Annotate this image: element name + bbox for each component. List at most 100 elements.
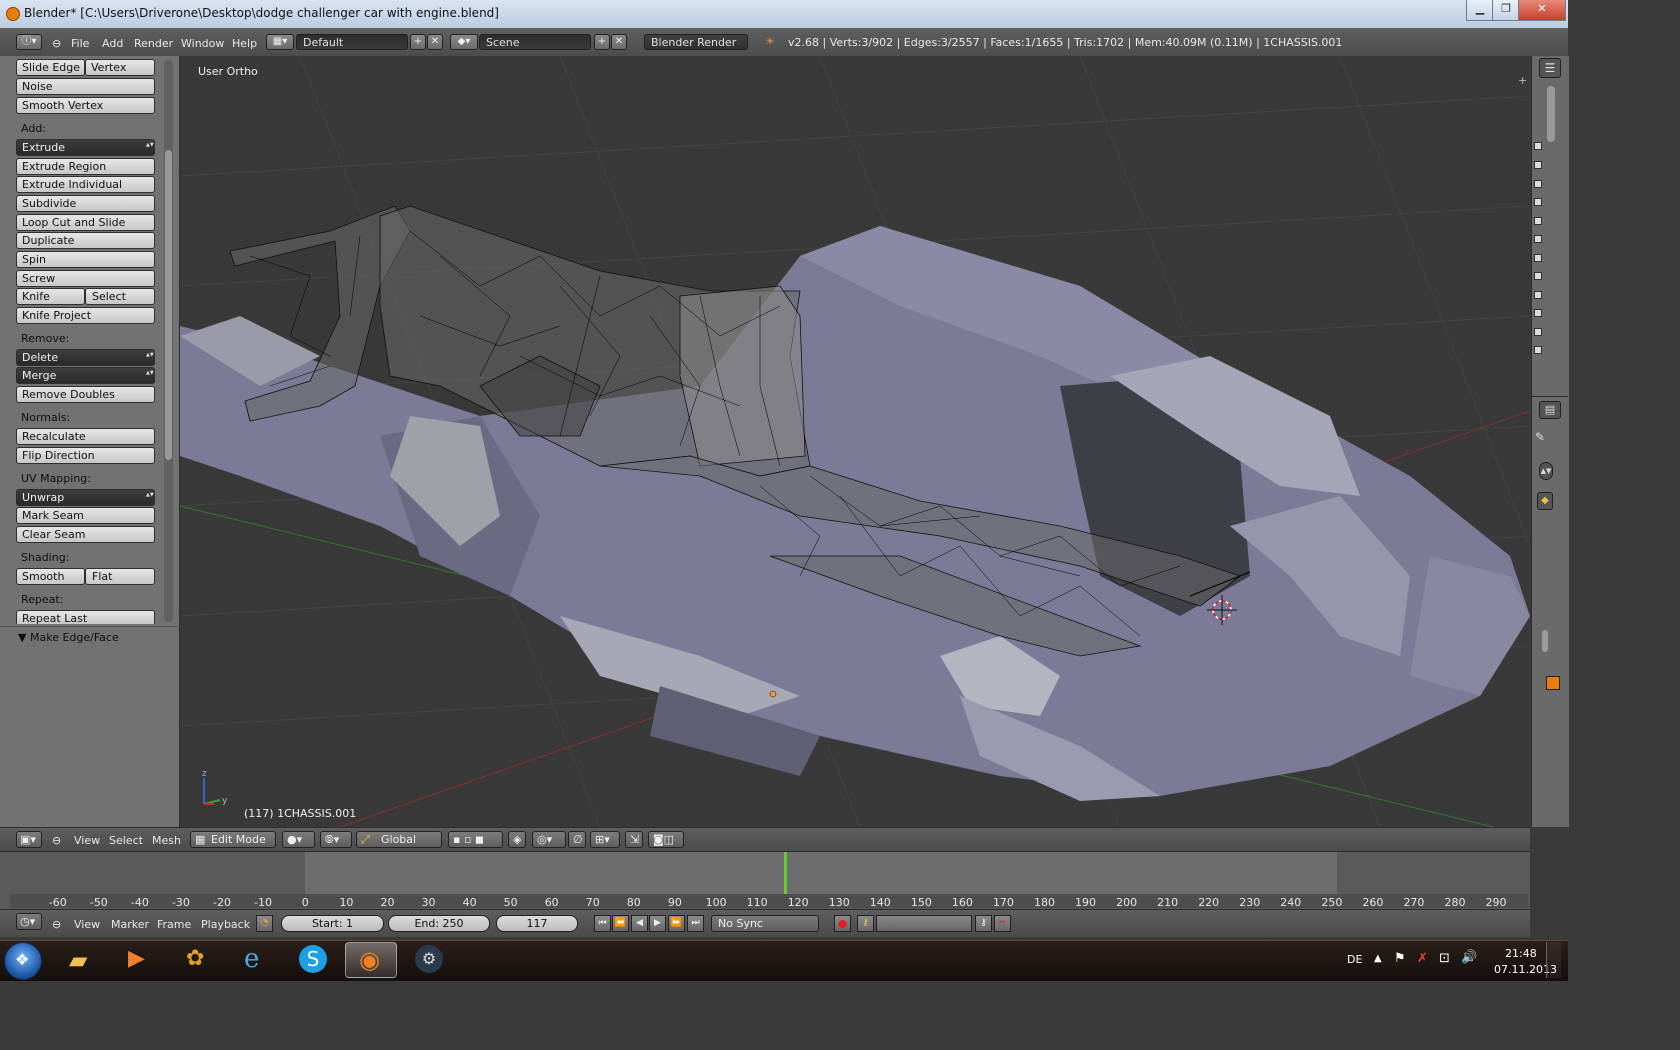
editor-type-info-button[interactable]: ⓘ▾ xyxy=(16,34,42,50)
slide-vertex-button[interactable]: Vertex xyxy=(85,59,155,76)
pivot-point-select[interactable]: ⦾▾ xyxy=(320,831,352,848)
end-frame-field[interactable]: End: 250 xyxy=(388,915,490,932)
delete-dropdown[interactable]: Delete xyxy=(16,349,155,366)
collapse-menu-icon[interactable]: ⊖ xyxy=(52,834,61,847)
minimize-button[interactable]: ▁ xyxy=(1466,0,1494,21)
subdivide-button[interactable]: Subdivide xyxy=(16,195,155,212)
keying-set-field[interactable] xyxy=(876,915,972,932)
snap-target-icon[interactable]: ⇲ xyxy=(625,831,643,848)
visibility-toggle-icon[interactable] xyxy=(1534,217,1542,225)
taskbar-app-generic[interactable]: ✿ xyxy=(172,942,224,978)
duplicate-button[interactable]: Duplicate xyxy=(16,232,155,249)
play-reverse-icon[interactable]: ◀ xyxy=(631,915,648,932)
menu-file[interactable]: File xyxy=(71,37,89,50)
menu-select[interactable]: Select xyxy=(109,834,143,847)
jump-start-icon[interactable]: ⏮ xyxy=(594,915,611,932)
start-frame-field[interactable]: Start: 1 xyxy=(281,915,384,932)
show-desktop-button[interactable] xyxy=(1546,942,1561,978)
menu-help[interactable]: Help xyxy=(232,37,257,50)
visibility-toggle-icon[interactable] xyxy=(1534,161,1542,169)
add-screen-icon[interactable]: + xyxy=(410,34,426,50)
next-keyframe-icon[interactable]: ⏩ xyxy=(668,915,685,932)
menu-marker[interactable]: Marker xyxy=(111,918,149,931)
screen-layout-field[interactable]: Default xyxy=(296,34,408,50)
taskbar-media-player[interactable]: ▶ xyxy=(114,942,166,978)
editor-type-3dview-button[interactable]: ▣▾ xyxy=(16,831,42,848)
noise-button[interactable]: Noise xyxy=(16,78,155,95)
extrude-dropdown[interactable]: Extrude xyxy=(16,139,155,156)
remove-doubles-button[interactable]: Remove Doubles xyxy=(16,386,155,403)
3d-viewport[interactable]: User Ortho (117) 1CHASSIS.001 z y + xyxy=(180,56,1530,827)
menu-window[interactable]: Window xyxy=(181,37,224,50)
taskbar-explorer[interactable]: ▰ xyxy=(57,942,109,978)
knife-button[interactable]: Knife xyxy=(16,288,85,305)
properties-context-dropdown[interactable]: ▲▼ xyxy=(1539,462,1553,480)
screw-button[interactable]: Screw xyxy=(16,270,155,287)
tool-shelf-scroll-thumb[interactable] xyxy=(165,150,172,460)
menu-render[interactable]: Render xyxy=(134,37,173,50)
remove-scene-icon[interactable]: ✕ xyxy=(611,34,627,50)
visibility-toggle-icon[interactable] xyxy=(1534,309,1542,317)
proportional-edit-select[interactable]: ◎▾ xyxy=(532,831,566,848)
knife-project-button[interactable]: Knife Project xyxy=(16,307,155,324)
sync-mode-select[interactable]: No Sync xyxy=(711,915,819,932)
volume-icon[interactable]: 🔊 xyxy=(1461,950,1477,965)
merge-dropdown[interactable]: Merge xyxy=(16,367,155,384)
unwrap-dropdown[interactable]: Unwrap xyxy=(16,489,155,506)
extrude-individual-button[interactable]: Extrude Individual xyxy=(16,176,155,193)
record-icon[interactable]: ● xyxy=(834,915,851,932)
extrude-region-button[interactable]: Extrude Region xyxy=(16,158,155,175)
menu-add[interactable]: Add xyxy=(102,37,123,50)
keying-set-icon[interactable]: ⚷ xyxy=(857,915,874,932)
menu-frame[interactable]: Frame xyxy=(157,918,191,931)
menu-playback[interactable]: Playback xyxy=(201,918,250,931)
play-icon[interactable]: ▶ xyxy=(649,915,666,932)
editor-type-timeline-button[interactable]: ◷▾ xyxy=(16,913,42,930)
operator-panel-title[interactable]: Make Edge/Face xyxy=(30,631,119,644)
maximize-button[interactable]: ❐ xyxy=(1492,0,1520,21)
knife-select-button[interactable]: Select xyxy=(85,288,155,305)
tools-properties-icon[interactable]: ◆ xyxy=(1537,492,1553,510)
slide-edge-button[interactable]: Slide Edge xyxy=(16,59,85,76)
tray-app-icon[interactable]: ✗ xyxy=(1417,951,1428,966)
smooth-vertex-button[interactable]: Smooth Vertex xyxy=(16,97,155,114)
taskbar-blender[interactable]: ◉ xyxy=(345,942,397,978)
clear-seam-button[interactable]: Clear Seam xyxy=(16,526,155,543)
visibility-toggle-icon[interactable] xyxy=(1534,235,1542,243)
properties-editor-icon[interactable]: ▤ xyxy=(1539,401,1561,419)
current-frame-field[interactable]: 117 xyxy=(496,915,578,932)
mark-seam-button[interactable]: Mark Seam xyxy=(16,507,155,524)
start-orb-icon[interactable]: ❖ xyxy=(4,942,42,980)
clock-time[interactable]: 21:48 xyxy=(1505,947,1537,960)
operator-panel-toggle-icon[interactable]: ▼ xyxy=(18,631,26,644)
smooth-shading-button[interactable]: Smooth xyxy=(16,568,85,585)
select-mode-buttons[interactable]: ▪ ▫ ◼ xyxy=(448,831,503,848)
scene-icon[interactable]: ◆▾ xyxy=(450,34,478,50)
limit-selection-icon[interactable]: ◈ xyxy=(508,831,526,848)
loop-cut-button[interactable]: Loop Cut and Slide xyxy=(16,214,155,231)
language-indicator[interactable]: DE xyxy=(1347,953,1362,966)
add-scene-icon[interactable]: + xyxy=(594,34,610,50)
menu-mesh[interactable]: Mesh xyxy=(152,834,181,847)
visibility-toggle-icon[interactable] xyxy=(1534,291,1542,299)
render-engine-select[interactable]: Blender Render xyxy=(644,34,748,50)
snap-element-select[interactable]: ⊞▾ xyxy=(590,831,620,848)
manipulator-icon[interactable]: ⤢ xyxy=(361,833,370,847)
render-buttons[interactable]: ◙◫ xyxy=(648,831,684,848)
visibility-toggle-icon[interactable] xyxy=(1534,254,1542,262)
flat-shading-button[interactable]: Flat xyxy=(85,568,155,585)
viewport-shading-select[interactable]: ●▾ xyxy=(282,831,315,848)
menu-timeline-view[interactable]: View xyxy=(74,918,100,931)
viewport-plus-icon[interactable]: + xyxy=(1518,74,1527,87)
outliner-editor-icon[interactable]: ☰ xyxy=(1539,58,1561,78)
jump-end-icon[interactable]: ⏭ xyxy=(687,915,704,932)
visibility-toggle-icon[interactable] xyxy=(1534,198,1542,206)
recalculate-normals-button[interactable]: Recalculate xyxy=(16,428,155,445)
snap-toggle-icon[interactable]: ∅ xyxy=(568,831,586,848)
screen-layout-icon[interactable]: ▦▾ xyxy=(266,34,294,50)
visibility-toggle-icon[interactable] xyxy=(1534,272,1542,280)
flip-direction-button[interactable]: Flip Direction xyxy=(16,447,155,464)
delete-keyframe-icon[interactable]: ✂ xyxy=(994,915,1011,932)
visibility-toggle-icon[interactable] xyxy=(1534,328,1542,336)
prev-keyframe-icon[interactable]: ⏪ xyxy=(612,915,629,932)
